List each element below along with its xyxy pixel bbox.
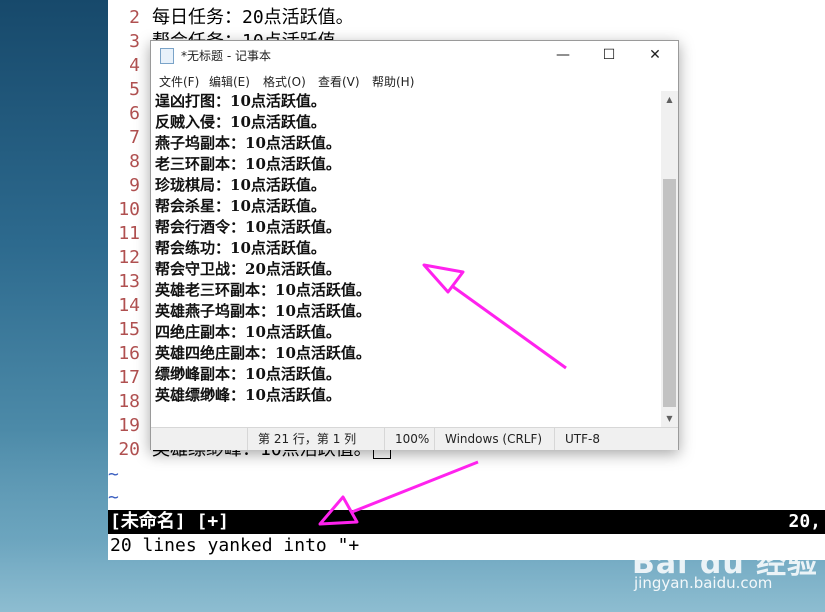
- baidu-watermark: Bai du 经验 jingyan.baidu.com: [632, 538, 822, 608]
- annotation-arrows: [318, 263, 567, 526]
- watermark-url: jingyan.baidu.com: [634, 574, 773, 592]
- annotation-arrow: [422, 263, 567, 370]
- annotation-arrow: [318, 460, 479, 526]
